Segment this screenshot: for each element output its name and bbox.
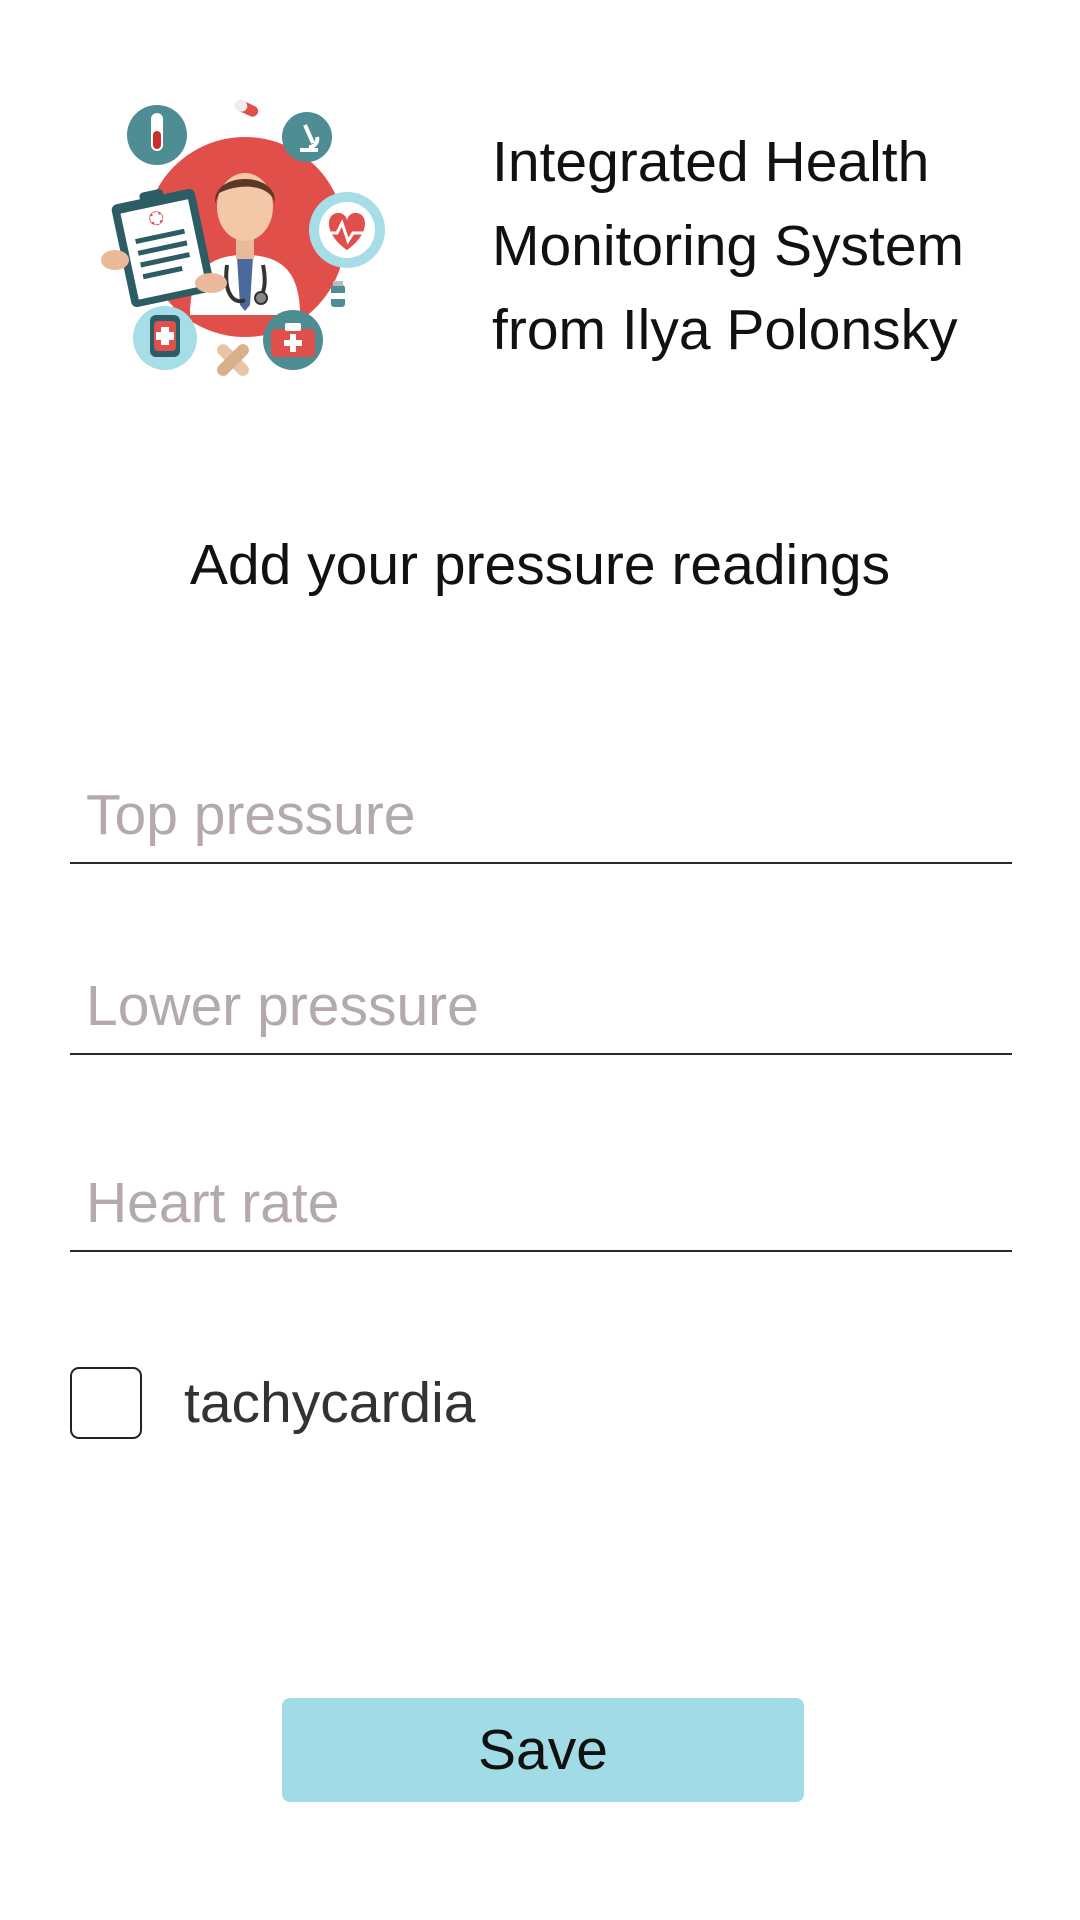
top-pressure-input[interactable] — [86, 782, 986, 848]
lower-pressure-input[interactable] — [86, 973, 986, 1039]
doctor-medical-icon — [101, 100, 385, 376]
app-title-line-1: Integrated Health — [492, 130, 930, 194]
app-title: Integrated Health Monitoring System from… — [492, 120, 1052, 372]
lower-pressure-field — [70, 943, 1012, 1055]
pressure-form-screen: Integrated Health Monitoring System from… — [0, 0, 1080, 1920]
top-pressure-field — [70, 752, 1012, 864]
tachycardia-row[interactable]: tachycardia — [70, 1365, 476, 1441]
save-button[interactable]: Save — [282, 1698, 804, 1802]
form-heading: Add your pressure readings — [189, 533, 891, 597]
heart-rate-field — [70, 1140, 1012, 1252]
tachycardia-checkbox[interactable] — [70, 1367, 142, 1439]
heart-rate-input[interactable] — [86, 1170, 986, 1236]
app-title-line-2: Monitoring System — [492, 214, 965, 278]
tachycardia-label[interactable]: tachycardia — [184, 1365, 476, 1441]
app-title-line-3: from Ilya Polonsky — [492, 298, 958, 362]
